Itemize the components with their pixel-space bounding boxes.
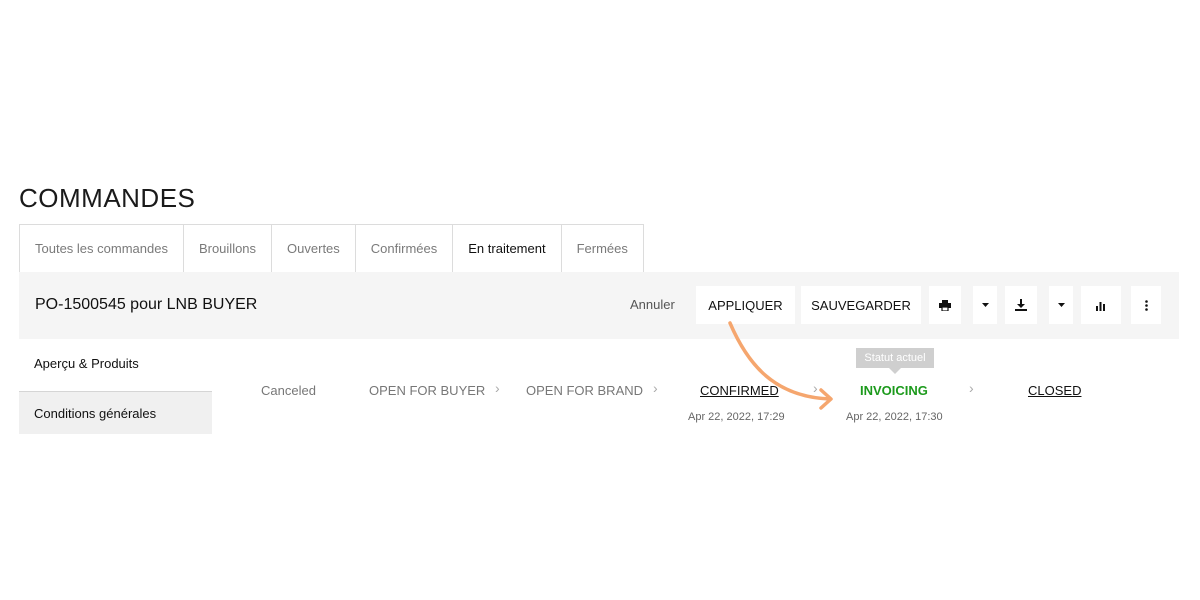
sidebar-item-overview-products[interactable]: Aperçu & Produits xyxy=(19,347,212,379)
print-options-button[interactable] xyxy=(973,286,997,324)
current-status-tooltip: Statut actuel xyxy=(856,348,934,368)
status-step-open-for-brand[interactable]: OPEN FOR BRAND xyxy=(526,383,643,398)
status-step-closed[interactable]: CLOSED xyxy=(1028,383,1081,398)
chevron-right-icon: › xyxy=(653,380,658,396)
print-button[interactable] xyxy=(929,286,961,324)
order-title: PO-1500545 pour LNB BUYER xyxy=(35,296,258,313)
status-step-invoicing: INVOICING xyxy=(860,383,928,398)
confirmed-date: Apr 22, 2022, 17:29 xyxy=(688,411,785,423)
tab-confirmed[interactable]: Confirmées xyxy=(355,224,454,272)
tooltip-pointer xyxy=(889,368,901,374)
page-title: COMMANDES xyxy=(19,183,196,213)
print-icon xyxy=(939,299,951,311)
chevron-right-icon: › xyxy=(969,380,974,396)
tab-open[interactable]: Ouvertes xyxy=(272,224,356,272)
sidebar-item-terms[interactable]: Conditions générales xyxy=(19,391,212,434)
annotation-arrow-icon xyxy=(728,321,833,410)
cancel-button[interactable]: Annuler xyxy=(630,297,675,312)
status-step-canceled[interactable]: Canceled xyxy=(261,383,316,398)
tab-closed[interactable]: Fermées xyxy=(561,224,644,272)
order-header-bar: PO-1500545 pour LNB BUYER Annuler APPLIQ… xyxy=(19,272,1179,339)
download-button[interactable] xyxy=(1005,286,1037,324)
tab-all-orders[interactable]: Toutes les commandes xyxy=(20,224,184,272)
bar-chart-icon xyxy=(1095,301,1105,311)
download-icon xyxy=(1015,299,1027,311)
more-vertical-icon xyxy=(1144,299,1148,311)
status-step-open-for-buyer[interactable]: OPEN FOR BUYER xyxy=(369,383,485,398)
download-options-button[interactable] xyxy=(1049,286,1073,324)
invoicing-date: Apr 22, 2022, 17:30 xyxy=(846,411,943,423)
stats-button[interactable] xyxy=(1081,286,1121,324)
more-options-button[interactable] xyxy=(1131,286,1161,324)
order-tabs: Toutes les commandes Brouillons Ouvertes… xyxy=(19,224,644,272)
caret-down-icon xyxy=(1057,303,1065,307)
caret-down-icon xyxy=(981,303,989,307)
chevron-right-icon: › xyxy=(495,380,500,396)
tab-drafts[interactable]: Brouillons xyxy=(183,224,273,272)
tab-in-progress[interactable]: En traitement xyxy=(453,224,562,272)
